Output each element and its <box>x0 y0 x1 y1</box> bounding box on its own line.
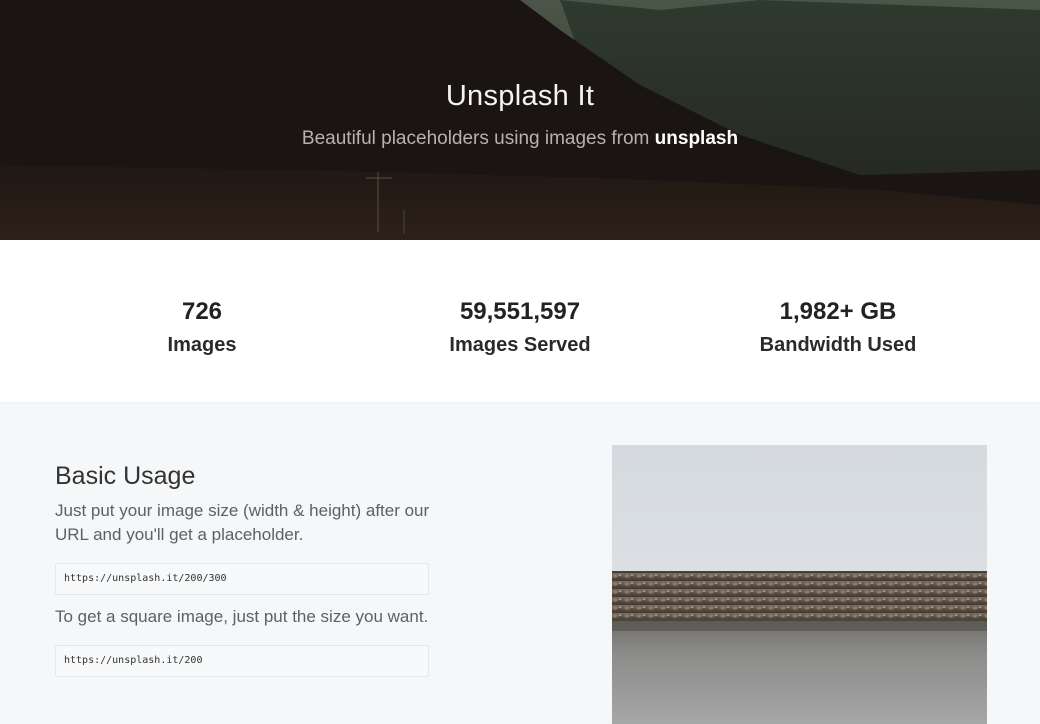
stat-bandwidth: 1,982+ GB Bandwidth Used <box>738 296 938 402</box>
site-title: Unsplash It <box>445 80 595 112</box>
square-url-code[interactable]: https://unsplash.it/200 <box>55 645 429 677</box>
stat-images-served: 59,551,597 Images Served <box>420 296 620 402</box>
stat-value: 1,982+ GB <box>779 298 897 325</box>
basic-usage-text: Basic Usage Just put your image size (wi… <box>55 461 431 677</box>
example-url-code[interactable]: https://unsplash.it/200/300 <box>55 563 429 595</box>
stat-label: Bandwidth Used <box>759 334 917 356</box>
hero-banner: Unsplash It Beautiful placeholders using… <box>0 0 1040 240</box>
unsplash-link[interactable]: unsplash <box>655 128 738 149</box>
breakwater-photo-image <box>612 445 987 724</box>
mountain-background-image <box>0 0 1040 240</box>
stat-value: 726 <box>181 298 223 325</box>
subtitle-text: Beautiful placeholders using images from <box>301 128 655 149</box>
stat-value: 59,551,597 <box>459 298 581 325</box>
example-photo <box>612 445 987 724</box>
site-subtitle: Beautiful placeholders using images from… <box>0 128 1040 150</box>
stat-images: 726 Images <box>102 296 302 402</box>
square-image-description: To get a square image, just put the size… <box>55 607 429 626</box>
stats-section: 726 Images 59,551,597 Images Served 1,98… <box>0 240 1040 403</box>
basic-usage-title: Basic Usage <box>55 462 196 490</box>
stat-label: Images <box>167 334 237 356</box>
basic-usage-section: Basic Usage Just put your image size (wi… <box>0 403 1040 724</box>
basic-usage-description: Just put your image size (width & height… <box>55 501 430 544</box>
stat-label: Images Served <box>449 334 591 356</box>
